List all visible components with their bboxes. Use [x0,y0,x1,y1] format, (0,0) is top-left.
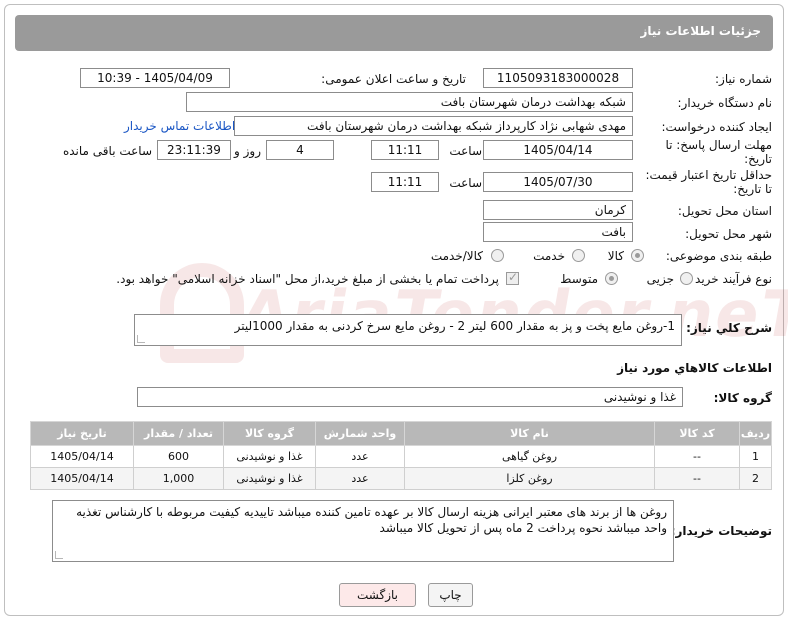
time-remaining-field[interactable]: 23:11:39 [157,140,231,160]
process-radio-medium[interactable] [605,272,618,285]
treasury-payment-note: پرداخت تمام یا بخشی از مبلغ خرید،از محل … [116,272,499,286]
treasury-payment-checkbox[interactable] [506,270,519,285]
category-label: طبقه بندی موضوعی: [665,249,772,263]
description-text: 1-روغن مایع پخت و پز به مقدار 600 لیتر 2… [234,319,675,333]
description-textarea[interactable]: 1-روغن مایع پخت و پز به مقدار 600 لیتر 2… [134,314,682,346]
requester-field[interactable]: مهدی شهابی نژاد کارپرداز شبکه بهداشت درم… [234,116,633,136]
category-option-service: خدمت [533,249,565,263]
deadline-time-field[interactable]: 11:11 [371,140,439,160]
deadline-date-field[interactable]: 1405/04/14 [483,140,633,160]
buyer-notes-text: روغن ها از برند های معتبر ایرانی هزینه ا… [76,505,667,535]
category-radio-service[interactable] [572,249,585,262]
days-label: روز و [234,144,261,158]
cell-item-name: روغن گیاهی [404,445,655,468]
cell-item-group: غذا و نوشیدنی [223,467,316,490]
cell-item-name: روغن کلزا [404,467,655,490]
need-number-field[interactable]: 1105093183000028 [483,68,633,88]
category-option-goods: کالا [607,249,624,263]
cell-quantity: 1,000 [133,467,224,490]
validity-time-field[interactable]: 11:11 [371,172,439,192]
goods-group-field[interactable]: غذا و نوشیدنی [137,387,683,407]
cell-quantity: 600 [133,445,224,468]
print-button[interactable]: چاپ [428,583,473,607]
resize-handle-icon[interactable] [55,551,63,559]
announce-date-field[interactable]: 1405/04/09 - 10:39 [80,68,230,88]
cell-item-code: -- [654,445,740,468]
col-quantity: تعداد / مقدار [133,421,224,446]
category-option-goods-service: کالا/خدمت [430,249,483,263]
goods-group-label: گروه کالا: [713,391,772,405]
buyer-org-label: نام دستگاه خریدار: [677,96,773,110]
validity-time-label: ساعت [449,176,482,190]
cell-need-date: 1405/04/14 [30,467,134,490]
col-item-name: نام کالا [404,421,655,446]
cell-item-code: -- [654,467,740,490]
announce-date-label: تاریخ و ساعت اعلان عمومی: [321,72,466,86]
process-radio-minor[interactable] [680,272,693,285]
table-row[interactable]: 2 -- روغن کلزا عدد غذا و نوشیدنی 1,000 1… [30,467,772,490]
deadline-label-2: تاریخ: [744,152,772,166]
buyer-notes-textarea[interactable]: روغن ها از برند های معتبر ایرانی هزینه ا… [52,500,674,562]
deadline-label: مهلت ارسال پاسخ: تا [665,138,772,152]
time-remaining-label: ساعت باقی مانده [62,144,152,158]
province-label: استان محل تحویل: [677,204,772,218]
deadline-time-label: ساعت [449,144,482,158]
resize-handle-icon[interactable] [137,335,145,343]
description-label: شرح کلي نياز: [686,321,772,335]
col-row-number: ردیف [739,421,772,446]
header-bar: جزئیات اطلاعات نیاز [15,15,773,51]
cell-item-group: غذا و نوشیدنی [223,445,316,468]
table-header-row: ردیف کد کالا نام کالا واحد شمارش گروه کا… [30,421,772,446]
col-unit: واحد شمارش [315,421,405,446]
cell-row-number: 1 [739,445,772,468]
process-type-label: نوع فرآیند خرید : [687,272,772,286]
process-option-minor: جزیی [646,272,674,286]
goods-info-title: اطلاعات کالاهاي مورد نياز [617,361,772,375]
category-radio-goods-service[interactable] [491,249,504,262]
validity-label-2: تا تاریخ: [733,182,772,196]
cell-need-date: 1405/04/14 [30,445,134,468]
city-field[interactable]: بافت [483,222,633,242]
col-item-code: کد کالا [654,421,740,446]
cell-row-number: 2 [739,467,772,490]
buyer-org-field[interactable]: شبکه بهداشت درمان شهرستان بافت [186,92,633,112]
buyer-contact-link[interactable]: اطلاعات تماس خریدار [124,119,235,133]
process-option-medium: متوسط [560,272,598,286]
items-table: ردیف کد کالا نام کالا واحد شمارش گروه کا… [30,421,772,490]
cell-unit: عدد [315,445,405,468]
city-label: شهر محل تحویل: [685,227,772,241]
table-row[interactable]: 1 -- روغن گیاهی عدد غذا و نوشیدنی 600 14… [30,445,772,468]
days-remaining-field[interactable]: 4 [266,140,334,160]
col-need-date: تاریخ نیاز [30,421,134,446]
validity-date-field[interactable]: 1405/07/30 [483,172,633,192]
cell-unit: عدد [315,467,405,490]
buyer-notes-label: توضیحات خریدار: [670,524,772,538]
validity-label: حداقل تاریخ اعتبار قیمت: [645,168,772,182]
page-title: جزئیات اطلاعات نیاز [640,24,761,38]
need-number-label: شماره نیاز: [715,72,772,86]
col-item-group: گروه کالا [223,421,316,446]
back-button[interactable]: بازگشت [339,583,416,607]
province-field[interactable]: کرمان [483,200,633,220]
category-radio-goods[interactable] [631,249,644,262]
requester-label: ایجاد کننده درخواست: [661,120,772,134]
